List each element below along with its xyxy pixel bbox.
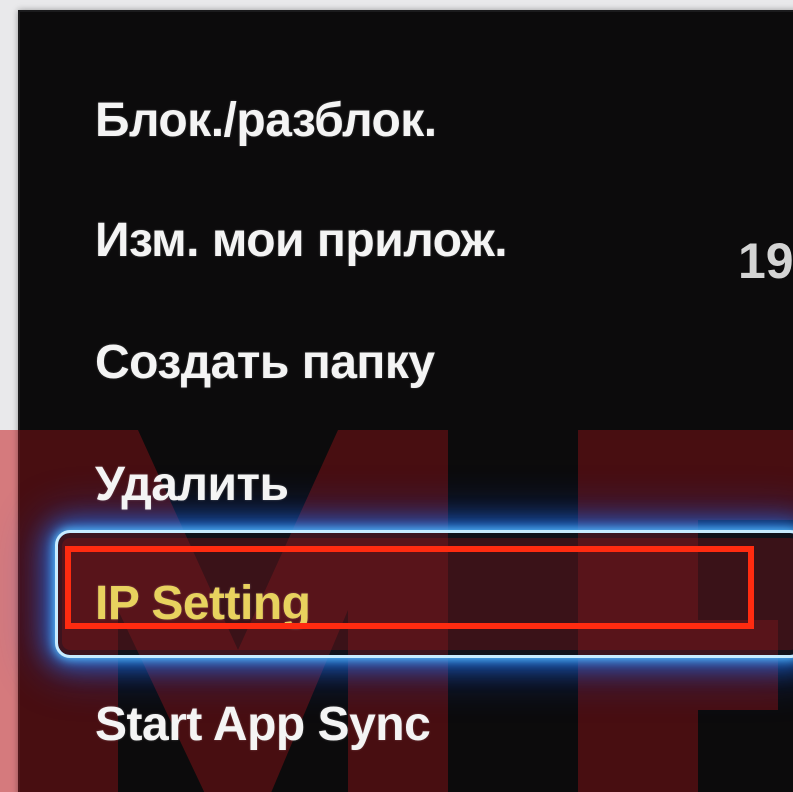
tv-menu-panel: Блок./разблок. Изм. мои прилож. Создать … xyxy=(18,10,793,792)
menu-item-start-app-sync[interactable]: Start App Sync xyxy=(95,697,431,752)
tv-screen-page: Блок./разблок. Изм. мои прилож. Создать … xyxy=(0,0,793,792)
menu-item-edit-my-apps[interactable]: Изм. мои прилож. xyxy=(95,213,508,268)
menu-item-delete[interactable]: Удалить xyxy=(95,457,289,512)
background-partial-number: 19 xyxy=(738,233,793,289)
menu-item-create-folder[interactable]: Создать папку xyxy=(95,335,435,390)
annotation-highlight-box xyxy=(65,546,754,629)
menu-item-lock-unlock[interactable]: Блок./разблок. xyxy=(95,93,437,148)
